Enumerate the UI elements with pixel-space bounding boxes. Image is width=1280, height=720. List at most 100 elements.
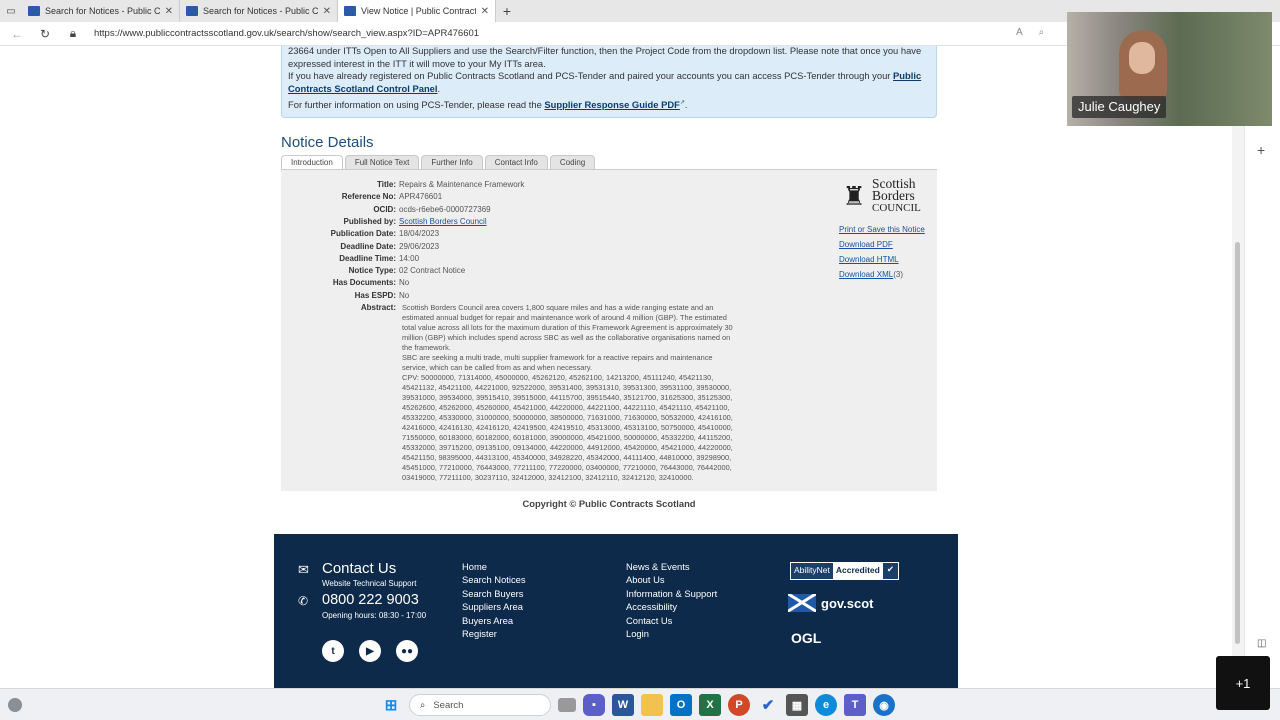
widgets-icon[interactable] [8, 698, 22, 712]
webex-icon[interactable]: ◉ [873, 694, 895, 716]
footer-link-home[interactable]: Home [462, 560, 526, 573]
abstract-text: Scottish Borders Council area covers 1,8… [402, 303, 734, 483]
outlook-icon[interactable]: O [670, 694, 692, 716]
footer-link-contact-us[interactable]: Contact Us [626, 614, 717, 627]
tab-full-notice-text[interactable]: Full Notice Text [344, 155, 420, 169]
abilitynet-badge[interactable]: AbilityNet Accredited ✔ [790, 562, 899, 580]
abstract-cpv-codes: CPV: 50000000, 71314000, 45000000, 45262… [402, 373, 733, 482]
url-field[interactable]: https://www.publiccontractsscotland.gov.… [94, 28, 479, 39]
copyright: Copyright © Public Contracts Scotland [522, 498, 696, 509]
powerpoint-icon[interactable]: P [728, 694, 750, 716]
zoom-icon[interactable]: ⌕ [1039, 27, 1045, 38]
taskbar-apps: ⊞ ⌕ Search ▪ W O X P ✔ ▦ e T ◉ [380, 694, 895, 716]
footer-link-information-support[interactable]: Information & Support [626, 587, 717, 600]
teams-icon[interactable]: T [844, 694, 866, 716]
abstract-paragraph-1: Scottish Borders Council area covers 1,8… [402, 303, 733, 352]
sidebar-toggle-icon[interactable]: ◫ [1257, 638, 1266, 649]
task-view-icon[interactable] [558, 698, 576, 712]
phone-number[interactable]: 0800 222 9003 [322, 592, 419, 608]
windows-start-icon[interactable]: ⊞ [380, 694, 402, 716]
edge-browser-icon[interactable]: e [815, 694, 837, 716]
tab-coding[interactable]: Coding [549, 155, 596, 169]
read-aloud-icon[interactable]: A [1016, 27, 1023, 38]
tab-contact-info[interactable]: Contact Info [484, 155, 548, 169]
site-favicon-icon [186, 6, 198, 16]
new-tab-icon[interactable]: + [496, 0, 518, 22]
page-scrollbar[interactable] [1232, 46, 1244, 688]
notice-details-heading: Notice Details [281, 134, 374, 151]
teams-chat-icon[interactable]: ▪ [583, 694, 605, 716]
address-bar-actions: A ⌕ [1016, 27, 1044, 38]
lock-icon[interactable]: 🔒︎ [66, 26, 80, 41]
browser-tab-1[interactable]: Search for Notices - Public Contracts Sc… [22, 0, 180, 22]
envelope-icon: ✉ [298, 562, 309, 577]
site-footer: ✉ Contact Us Website Technical Support ✆… [274, 534, 958, 688]
download-xml-link[interactable]: Download XML [839, 270, 893, 279]
taskbar-search[interactable]: ⌕ Search [409, 694, 551, 716]
footer-link-search-notices[interactable]: Search Notices [462, 573, 526, 586]
more-participants-badge[interactable]: +1 [1216, 656, 1270, 710]
tab-title: Search for Notices - Public Contracts Sc… [203, 6, 318, 16]
footer-links-column-1: Home Search Notices Search Buyers Suppli… [462, 560, 526, 640]
field-deadline-time: Deadline Time: 14:00 [339, 253, 420, 263]
footer-link-register[interactable]: Register [462, 627, 526, 640]
footer-links-column-2: News & Events About Us Information & Sup… [626, 560, 717, 640]
participant-name: Julie Caughey [1072, 96, 1167, 118]
contact-us-heading: ✉ Contact Us [298, 560, 397, 577]
close-tab-icon[interactable]: ✕ [323, 6, 331, 17]
checkmark-icon: ✔ [882, 563, 898, 579]
add-sidebar-app-icon[interactable]: + [1257, 142, 1265, 158]
pcs-tender-info-box: 23664 under ITTs Open to All Suppliers a… [281, 46, 937, 118]
support-label: Website Technical Support [322, 579, 417, 588]
twitter-icon[interactable]: t [322, 640, 344, 662]
word-icon[interactable]: W [612, 694, 634, 716]
supplier-guide-link[interactable]: Supplier Response Guide PDF [544, 99, 679, 110]
footer-link-news-events[interactable]: News & Events [626, 560, 717, 573]
window-menu-icon[interactable]: ▭ [0, 0, 22, 22]
browser-tab-3[interactable]: View Notice | Public Contracts Scotland … [338, 0, 496, 22]
footer-link-login[interactable]: Login [626, 627, 717, 640]
browser-sidebar: + ◫ [1244, 46, 1280, 688]
info-text-1: 23664 under ITTs Open to All Suppliers a… [288, 46, 922, 69]
site-favicon-icon [28, 6, 40, 16]
browser-tab-2[interactable]: Search for Notices - Public Contracts Sc… [180, 0, 338, 22]
print-save-link[interactable]: Print or Save this Notice [839, 222, 925, 237]
field-ocid: OCID: ocds-r6ebe6-0000727369 [373, 204, 491, 214]
xml-count: (3) [893, 270, 904, 279]
video-call-tile: Julie Caughey [1067, 12, 1272, 126]
refresh-icon[interactable]: ↻ [38, 27, 52, 41]
ogl-logo[interactable]: OGL [791, 630, 821, 646]
todo-icon[interactable]: ✔ [757, 694, 779, 716]
field-publication-date: Publication Date: 18/04/2023 [330, 229, 440, 239]
youtube-icon[interactable]: ▶ [359, 640, 381, 662]
back-arrow-icon[interactable]: ← [10, 27, 24, 41]
abstract-paragraph-2: SBC are seeking a multi trade, multi sup… [402, 353, 713, 372]
tab-further-info[interactable]: Further Info [421, 155, 483, 169]
field-published-by: Published by: Scottish Borders Council [343, 216, 487, 226]
page-content: 23664 under ITTs Open to All Suppliers a… [0, 46, 1232, 688]
social-links: t ▶ ●● [322, 640, 418, 662]
govscot-logo[interactable]: gov.scot [788, 594, 874, 612]
site-favicon-icon [344, 6, 356, 16]
scroll-thumb[interactable] [1235, 242, 1240, 644]
info-text-2: If you have already registered on Public… [288, 70, 922, 94]
footer-link-accessibility[interactable]: Accessibility [626, 600, 717, 613]
close-tab-icon[interactable]: ✕ [165, 6, 173, 17]
flickr-icon[interactable]: ●● [396, 640, 418, 662]
notice-details-panel: Title: Repairs & Maintenance Framework R… [281, 169, 937, 491]
calculator-icon[interactable]: ▦ [786, 694, 808, 716]
footer-link-buyers-area[interactable]: Buyers Area [462, 614, 526, 627]
published-by-link[interactable]: Scottish Borders Council [399, 217, 487, 226]
tab-introduction[interactable]: Introduction [281, 155, 343, 169]
file-explorer-icon[interactable] [641, 694, 663, 716]
logo-wordmark: Scottish Borders COUNCIL [872, 176, 921, 214]
download-html-link[interactable]: Download HTML [839, 252, 925, 267]
excel-icon[interactable]: X [699, 694, 721, 716]
info-text-3: For further information on using PCS-Ten… [288, 99, 688, 111]
footer-link-search-buyers[interactable]: Search Buyers [462, 587, 526, 600]
field-has-documents: Has Documents: No [332, 278, 410, 288]
download-pdf-link[interactable]: Download PDF [839, 237, 925, 252]
close-tab-icon[interactable]: ✕ [481, 6, 489, 17]
footer-link-about-us[interactable]: About Us [626, 573, 717, 586]
footer-link-suppliers-area[interactable]: Suppliers Area [462, 600, 526, 613]
